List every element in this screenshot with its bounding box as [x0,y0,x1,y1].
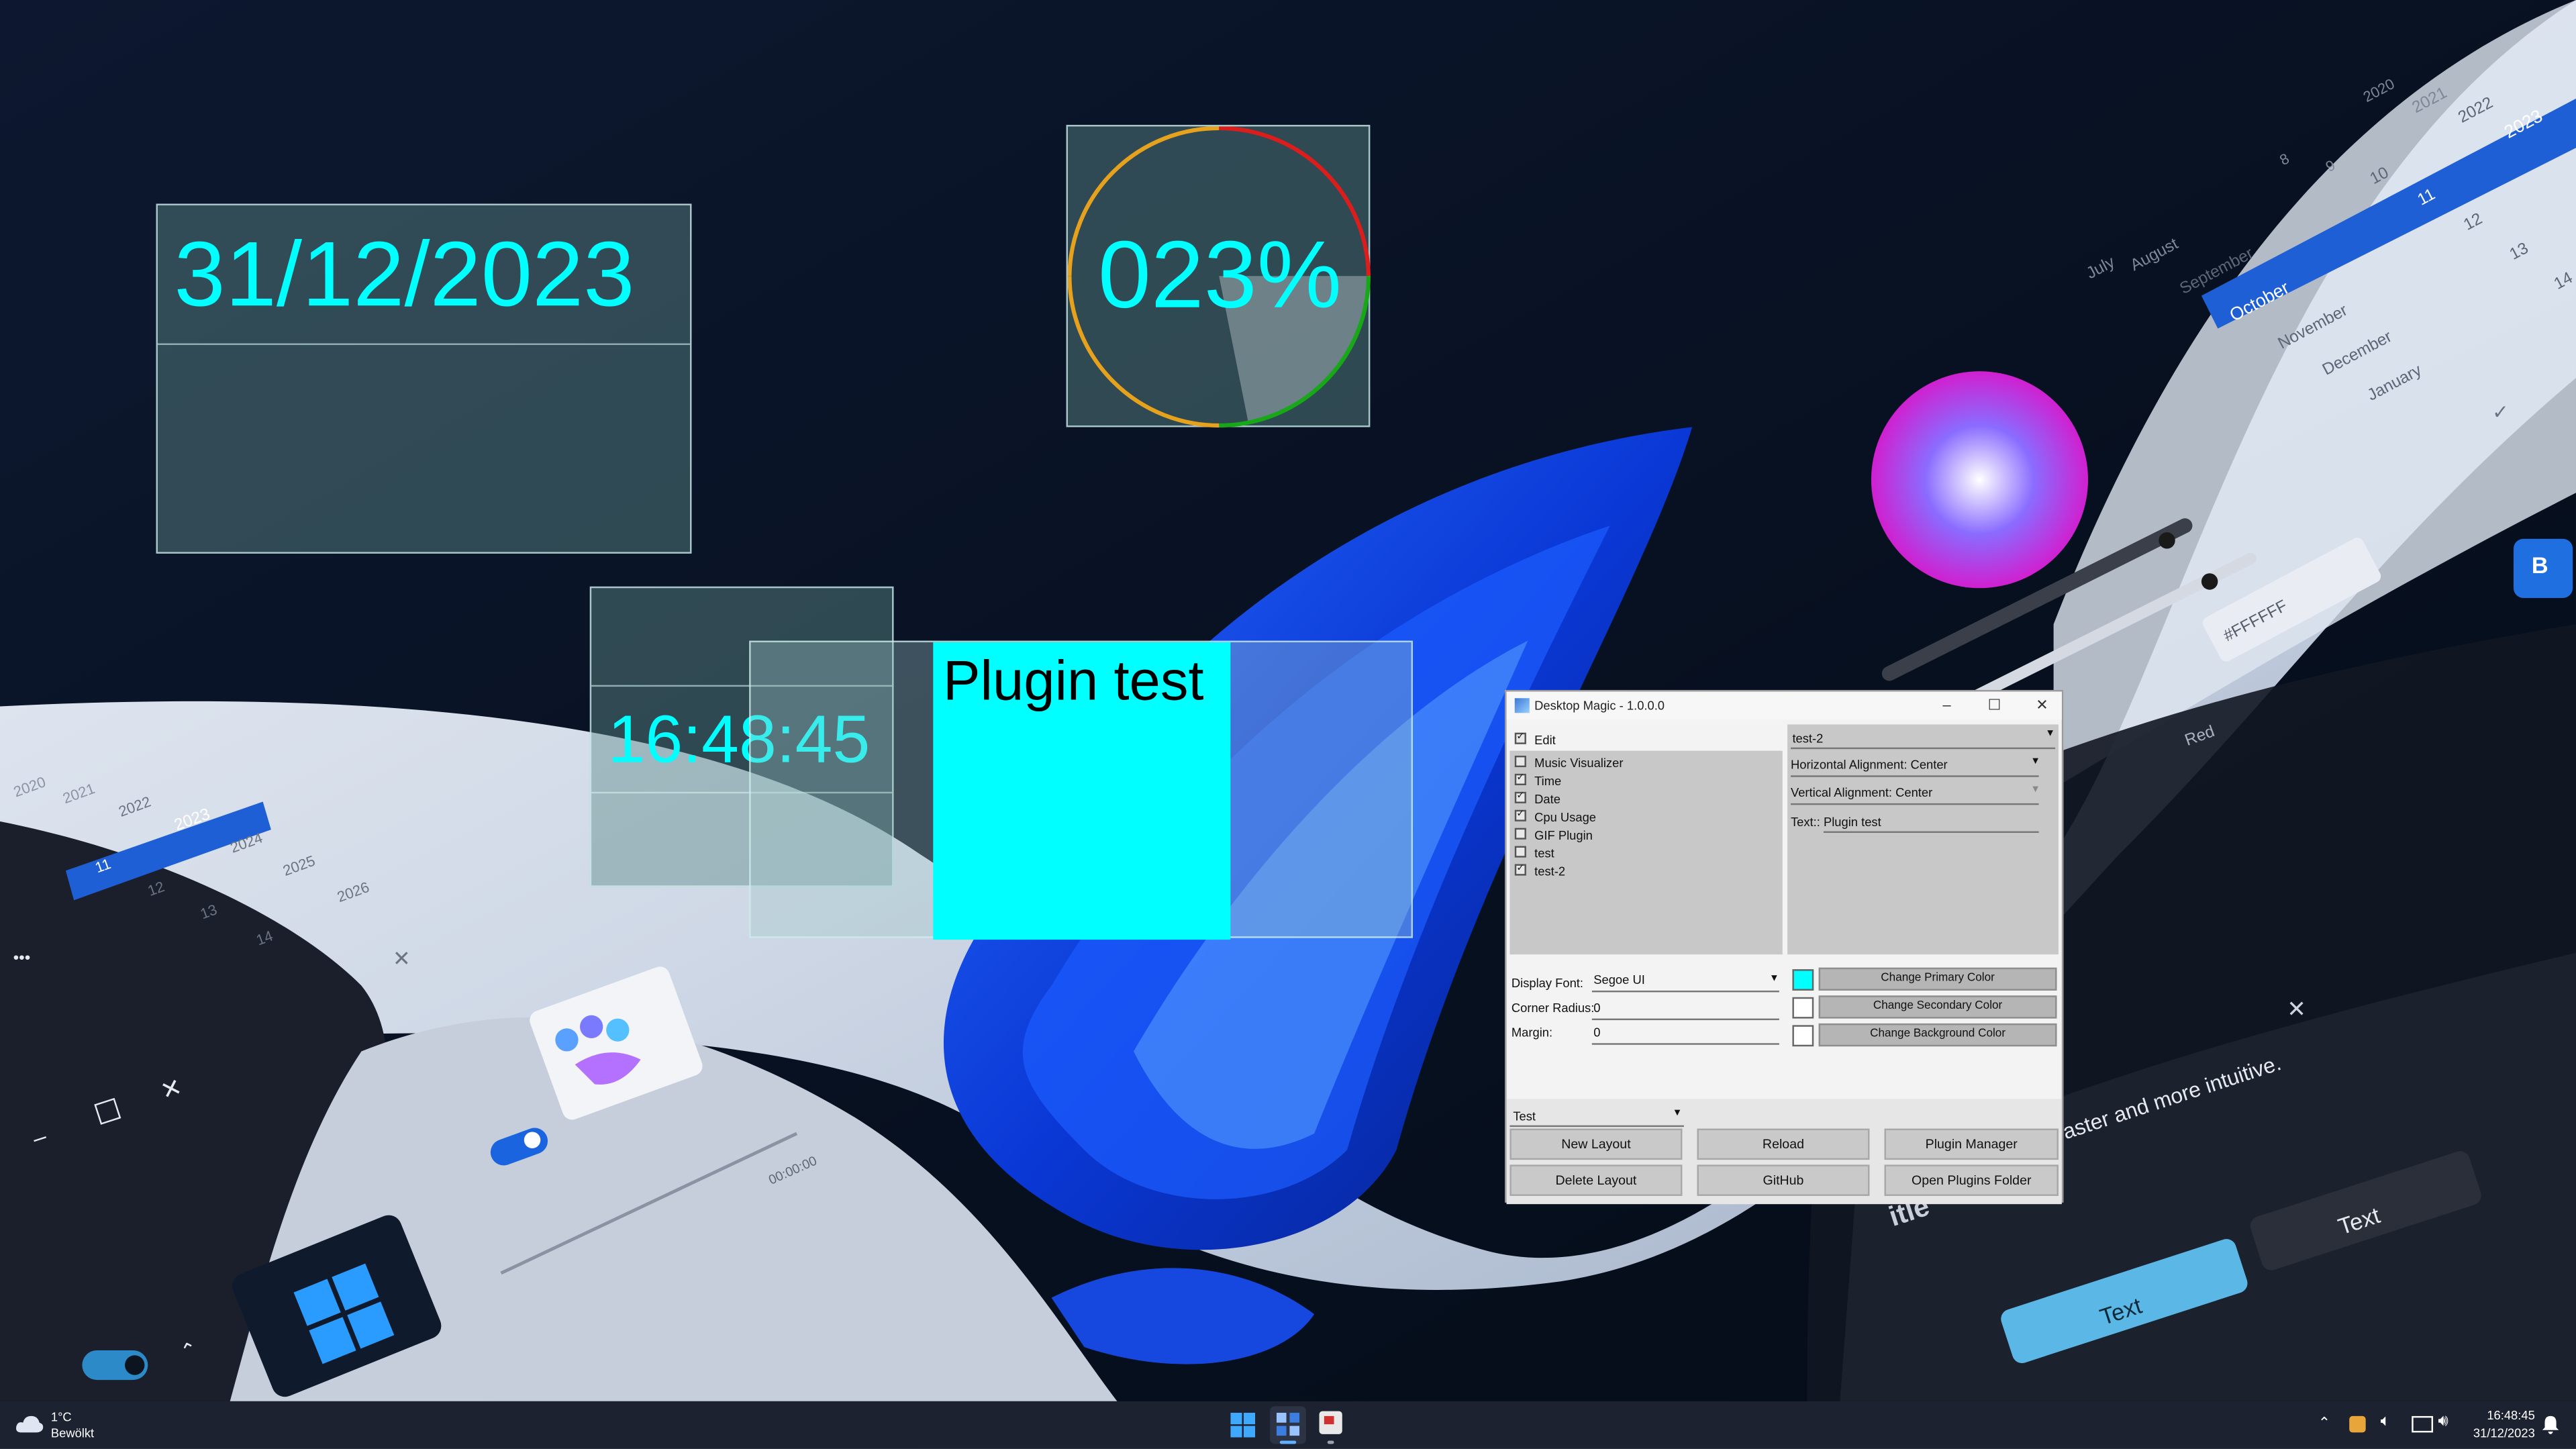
margin-label: Margin: [1511,1025,1553,1040]
tray-app-icon[interactable] [2349,1415,2366,1433]
taskbar-app-desktop-magic[interactable] [1270,1406,1306,1444]
open-plugins-folder-button[interactable]: Open Plugins Folder [1884,1164,2059,1196]
plugin-test-widget[interactable]: Plugin test [749,640,1414,940]
chevron-down-icon: ▼ [2030,757,2040,768]
speaker-icon[interactable]: 🔈︎ [2381,1413,2391,1431]
chevron-down-icon: ▼ [1769,974,1779,985]
desktop-magic-icon [1276,1413,1300,1436]
chevron-up-icon[interactable]: ⌃ [2318,1414,2330,1432]
taskbar: 1°C Bewölkt ⌃ 🔈︎ 🔊︎ 16:48:45 31/12/2023 [0,1401,2576,1449]
minimize-button[interactable]: – [1924,691,1970,719]
chevron-down-icon: ▼ [2045,729,2055,740]
title-bar[interactable]: Desktop Magic - 1.0.0.0 – ☐ ✕ [1506,691,2065,720]
corner-radius-label: Corner Radius: [1511,1000,1595,1015]
date-widget[interactable]: 31/12/2023 [156,203,692,554]
monitor-icon[interactable] [2412,1415,2434,1433]
widget-divider [157,343,691,346]
notification-bell-icon[interactable] [2542,1414,2560,1434]
start-icon[interactable] [1230,1413,1256,1438]
clock-time[interactable]: 16:48:45 [2479,1408,2534,1423]
background-color-swatch [1792,1025,1814,1047]
plugin-checkbox[interactable]: ✓ [1514,791,1526,803]
vertical-alignment-select[interactable]: Vertical Alignment: Center [1791,785,1932,800]
margin-input[interactable]: 0 [1593,1025,1600,1040]
change-secondary-color-button[interactable]: Change Secondary Color [1818,995,2057,1019]
plugin-list-item[interactable]: test-2 [1534,864,1565,879]
taskbar-app-snipping[interactable] [1319,1411,1342,1434]
chevron-down-icon: ▼ [2030,785,2040,795]
properties-panel: test-2 ▼ Horizontal Alignment: Center ▼ … [1787,724,2059,955]
plugin-checkbox[interactable] [1514,846,1526,858]
plugin-manager-button[interactable]: Plugin Manager [1884,1128,2059,1160]
horizontal-alignment-select[interactable]: Horizontal Alignment: Center [1791,757,1948,772]
plugin-list-item[interactable]: Cpu Usage [1534,810,1596,825]
change-background-color-button[interactable]: Change Background Color [1818,1023,2057,1047]
reload-button[interactable]: Reload [1697,1128,1870,1160]
close-icon: ✕ [393,946,411,971]
close-button[interactable]: ✕ [2019,691,2065,719]
volume-icon[interactable]: 🔊︎ [2438,1413,2448,1431]
text-input[interactable]: Text:: Plugin test [1791,815,1881,830]
b-badge: B [2531,552,2548,579]
weather-temp[interactable]: 1°C [51,1409,72,1424]
delete-layout-button[interactable]: Delete Layout [1509,1164,1683,1196]
close-icon: ✕ [2287,995,2306,1022]
cloud-icon[interactable] [15,1413,44,1436]
weather-condition[interactable]: Bewölkt [51,1426,94,1441]
more-icon: ••• [13,949,31,968]
plugin-checkbox[interactable]: ✓ [1514,864,1526,876]
plugin-checkbox[interactable]: ✓ [1514,773,1526,786]
edit-checkbox[interactable]: ✓ [1514,732,1526,744]
display-font-label: Display Font: [1511,975,1584,991]
plugin-list-item[interactable]: Time [1534,774,1561,789]
secondary-color-swatch [1792,997,1814,1019]
cpu-percent-text: 023% [1097,221,1342,329]
cpu-usage-widget[interactable]: 023% [1066,125,1371,428]
date-text: 31/12/2023 [174,221,635,326]
change-primary-color-button[interactable]: Change Primary Color [1818,967,2057,991]
plugin-list-item[interactable]: Date [1534,792,1561,807]
primary-color-swatch [1792,969,1814,991]
maximize-button[interactable]: ☐ [1971,691,2018,719]
desktop: July August September October November D… [0,0,2576,1449]
plugin-checkbox[interactable]: ✓ [1514,809,1526,821]
plugin-checkbox[interactable] [1514,755,1526,768]
chevron-down-icon: ▼ [1672,1109,1683,1119]
desktop-magic-window: Desktop Magic - 1.0.0.0 – ☐ ✕ ✓ Edit Mus… [1505,690,2065,1205]
github-button[interactable]: GitHub [1697,1164,1870,1196]
display-font-select[interactable]: Segoe UI [1593,972,1645,987]
new-layout-button[interactable]: New Layout [1509,1128,1683,1160]
plugin-list-item[interactable]: test [1534,846,1554,861]
clock-date[interactable]: 31/12/2023 [2466,1426,2535,1441]
plugin-list[interactable]: Music Visualizer ✓ Time ✓ Date ✓ Cpu Usage GIF … [1509,750,1783,955]
plugin-checkbox[interactable] [1514,828,1526,840]
app-icon [1514,698,1530,713]
plugin-list-item[interactable]: GIF Plugin [1534,828,1593,843]
plugin-text: Plugin test [942,650,1204,713]
corner-radius-input[interactable]: 0 [1593,1001,1600,1015]
checkmark-icon: ✓ [2492,401,2509,424]
layout-select[interactable]: Test [1513,1109,1536,1123]
edit-label: Edit [1534,732,1556,748]
plugin-select[interactable]: test-2 [1792,731,1823,746]
window-title: Desktop Magic - 1.0.0.0 [1534,698,1665,713]
plugin-list-item[interactable]: Music Visualizer [1534,756,1623,770]
